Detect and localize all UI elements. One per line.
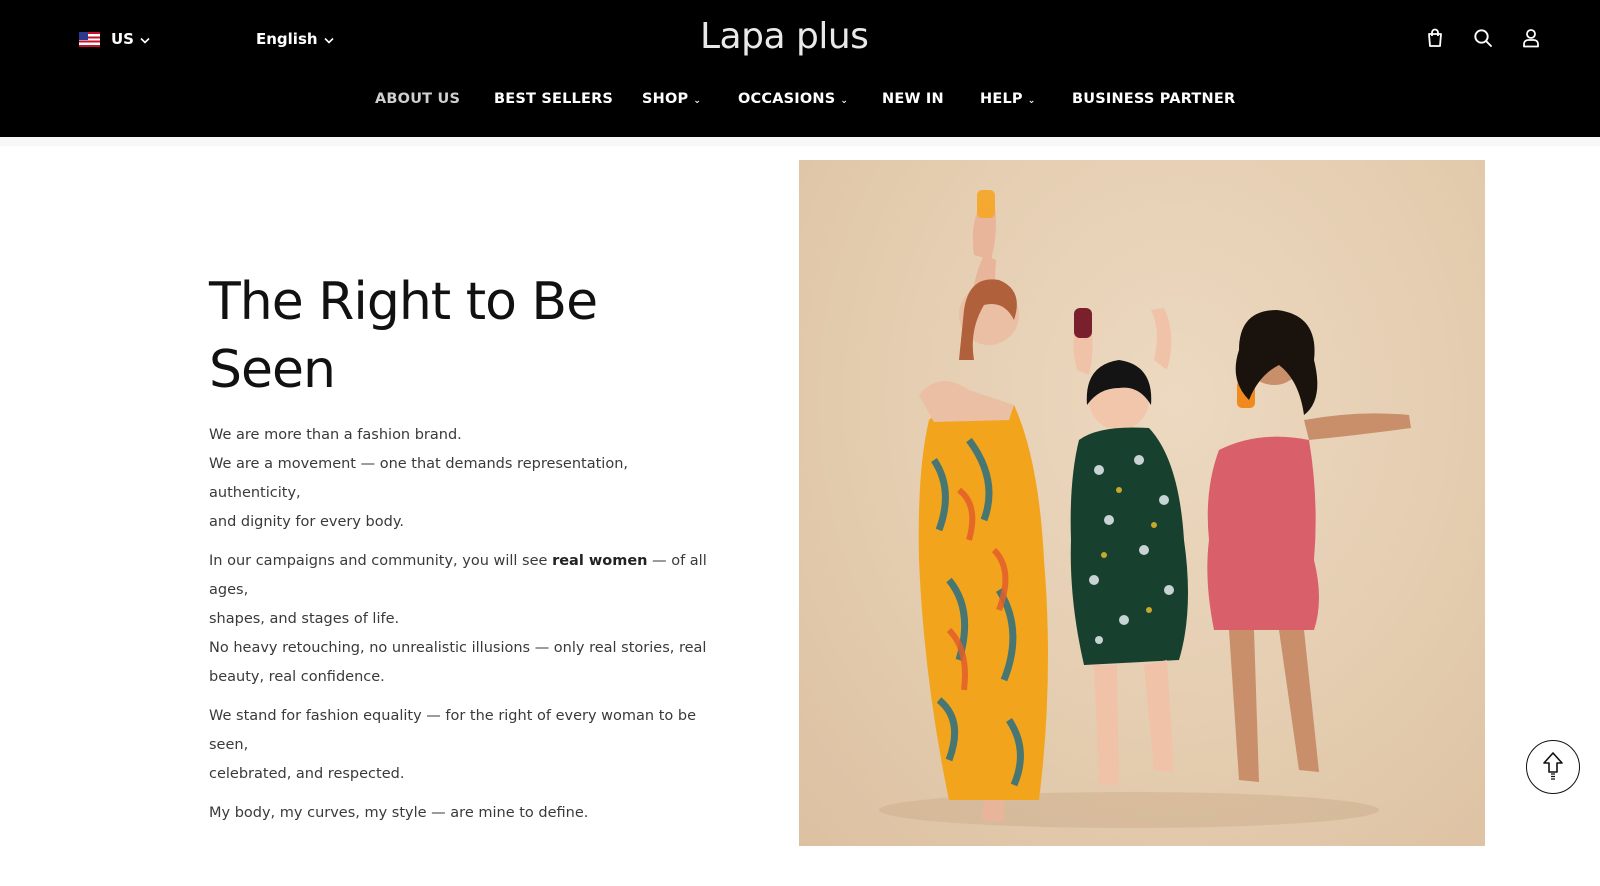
- paragraph-intro: We are more than a fashion brand. We are…: [209, 421, 709, 537]
- nav-item-shop[interactable]: SHOP ⌄: [642, 86, 701, 112]
- text-line: In our campaigns and community, you will…: [209, 547, 709, 605]
- text-line: beauty, real confidence.: [209, 669, 385, 685]
- header-shadow-strip: [0, 137, 1600, 146]
- search-icon[interactable]: [1472, 26, 1494, 50]
- nav-item-label: NEW IN: [882, 91, 944, 107]
- title-line-2: Seen: [209, 340, 336, 400]
- chevron-down-icon: ⌄: [693, 95, 702, 106]
- language-label: English: [256, 30, 318, 48]
- text-line: and dignity for every body.: [209, 514, 404, 530]
- woman-pink-dress: [1207, 310, 1411, 782]
- text-line: shapes, and stages of life.: [209, 611, 400, 627]
- nav-item-label: ABOUT US: [375, 91, 461, 107]
- nav-item-help[interactable]: HELP ⌄: [980, 86, 1035, 112]
- page-title: The Right to Be Seen: [209, 268, 729, 404]
- nav-item-label: SHOP: [642, 91, 689, 107]
- chevron-down-icon: ⌄: [840, 95, 849, 106]
- text-line: We are more than a fashion brand.: [209, 427, 462, 443]
- text-line: My body, my curves, my style — are mine …: [209, 805, 589, 821]
- woman-green-dress: [1070, 308, 1188, 785]
- woman-yellow-dress: [918, 190, 1048, 822]
- chevron-down-icon: [140, 30, 150, 48]
- nav-item-label: HELP: [980, 91, 1023, 107]
- paragraph-equality: We stand for fashion equality — for the …: [209, 702, 709, 789]
- nav-item-new-in[interactable]: NEW IN: [882, 86, 944, 112]
- nav-item-occasions[interactable]: OCCASIONS ⌄: [738, 86, 848, 112]
- arrow-up-icon: [1541, 750, 1565, 784]
- chevron-down-icon: ⌄: [1027, 95, 1036, 106]
- scroll-to-top-button[interactable]: [1526, 740, 1580, 794]
- country-label: US: [111, 30, 134, 48]
- nav-item-business-partner[interactable]: BUSINESS PARTNER: [1072, 86, 1235, 112]
- nav-item-best-sellers[interactable]: BEST SELLERS: [494, 86, 613, 112]
- chevron-down-icon: [323, 30, 334, 48]
- nav-item-about-us[interactable]: ABOUT US: [375, 86, 460, 112]
- header-actions: [1424, 26, 1542, 50]
- account-icon[interactable]: [1520, 26, 1542, 50]
- nav-item-label: BEST SELLERS: [494, 91, 614, 107]
- main-nav: ABOUT US BEST SELLERS SHOP ⌄ OCCASIONS ⌄…: [0, 86, 1600, 112]
- paragraph-real-women: In our campaigns and community, you will…: [209, 547, 709, 692]
- us-flag-icon: [79, 31, 100, 47]
- about-copy: We are more than a fashion brand. We are…: [209, 421, 709, 838]
- brand-logo[interactable]: Lapa plus: [700, 16, 884, 57]
- site-header: US English Lapa plus ABOUT US BEST SELLE…: [0, 0, 1600, 137]
- nav-item-label: OCCASIONS: [738, 91, 836, 107]
- paragraph-closing: My body, my curves, my style — are mine …: [209, 799, 709, 828]
- text-line: We are a movement — one that demands rep…: [209, 456, 628, 501]
- hero-photo-three-women: [799, 160, 1485, 846]
- text-line: celebrated, and respected.: [209, 766, 405, 782]
- language-selector[interactable]: English: [256, 26, 334, 52]
- cart-icon[interactable]: [1424, 26, 1446, 50]
- text-line: We stand for fashion equality — for the …: [209, 708, 696, 753]
- title-line-1: The Right to Be: [209, 272, 598, 332]
- text-fragment: In our campaigns and community, you will…: [209, 553, 553, 569]
- country-selector[interactable]: US: [79, 26, 150, 52]
- nav-item-label: BUSINESS PARTNER: [1072, 91, 1236, 107]
- text-line: No heavy retouching, no unrealistic illu…: [209, 640, 707, 656]
- real-women-emphasis: real women: [552, 553, 648, 569]
